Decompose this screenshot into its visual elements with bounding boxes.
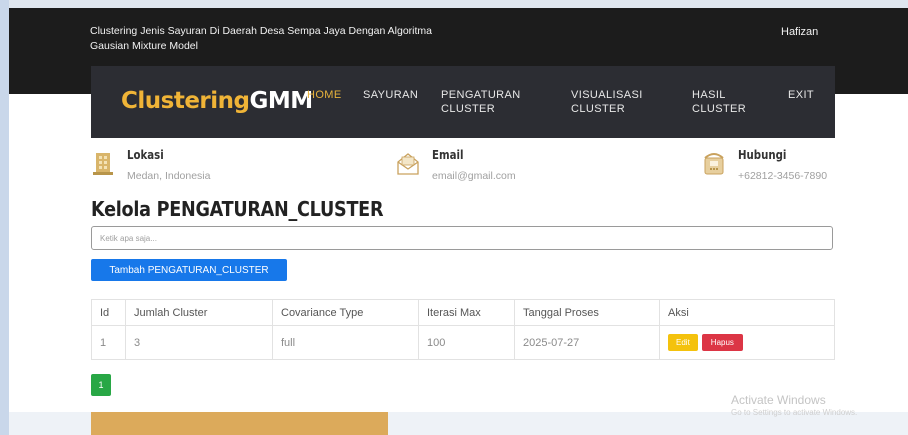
- activate-windows-hint: Go to Settings to activate Windows.: [731, 408, 858, 417]
- nav-pengaturan-line2: CLUSTER: [441, 103, 496, 115]
- info-hubungi-value: +62812-3456-7890: [738, 170, 828, 182]
- cell-covariance-type: full: [272, 325, 419, 360]
- edit-button[interactable]: Edit: [668, 334, 698, 351]
- navbar: ClusteringGMM HOME SAYURAN PENGATURAN CL…: [91, 66, 835, 138]
- cell-iterasi-max: 100: [418, 325, 515, 360]
- pengaturan-cluster-table: Id Jumlah Cluster Covariance Type Iteras…: [91, 299, 835, 360]
- nav-hasil-cluster[interactable]: HASIL CLUSTER: [692, 88, 746, 116]
- browser-frame-left: [0, 0, 9, 435]
- column-header-aksi: Aksi: [659, 299, 835, 326]
- info-lokasi-value: Medan, Indonesia: [127, 170, 211, 182]
- column-header-tanggal-proses: Tanggal Proses: [514, 299, 660, 326]
- nav-exit[interactable]: EXIT: [788, 88, 814, 102]
- info-hubungi-title: Hubungi: [738, 148, 787, 162]
- page-title: Kelola PENGATURAN_CLUSTER: [91, 197, 384, 221]
- browser-frame-top: [0, 0, 908, 8]
- site-title: Clustering Jenis Sayuran Di Daerah Desa …: [90, 25, 433, 52]
- nav-visualisasi-line1: VISUALISASI: [571, 89, 643, 101]
- nav-visualisasi-cluster[interactable]: VISUALISASI CLUSTER: [571, 88, 643, 116]
- nav-pengaturan-line1: PENGATURAN: [441, 89, 521, 101]
- phone-icon: [704, 153, 724, 175]
- activate-windows-watermark: Activate Windows: [731, 393, 826, 407]
- info-email-title: Email: [432, 148, 464, 162]
- nav-hasil-line1: HASIL: [692, 89, 726, 101]
- search-input[interactable]: [91, 226, 833, 250]
- cell-jumlah-cluster: 3: [125, 325, 273, 360]
- table-row: 1 3 full 100 2025-07-27 Edit Hapus: [91, 325, 835, 360]
- add-pengaturan-cluster-button[interactable]: Tambah PENGATURAN_CLUSTER: [91, 259, 287, 281]
- cell-aksi: Edit Hapus: [659, 325, 835, 360]
- nav-home[interactable]: HOME: [307, 88, 342, 102]
- nav-pengaturan-cluster[interactable]: PENGATURAN CLUSTER: [441, 88, 521, 116]
- cell-tanggal-proses: 2025-07-27: [514, 325, 660, 360]
- table-header-row: Id Jumlah Cluster Covariance Type Iteras…: [91, 299, 835, 326]
- column-header-jumlah-cluster: Jumlah Cluster: [125, 299, 273, 326]
- contact-info-bar: Lokasi Medan, Indonesia Email email@gmai…: [91, 140, 835, 195]
- building-icon: [93, 153, 113, 175]
- nav-exit-label: EXIT: [788, 89, 815, 101]
- brand-logo[interactable]: ClusteringGMM: [121, 88, 313, 114]
- envelope-icon: [397, 153, 419, 175]
- column-header-iterasi-max: Iterasi Max: [418, 299, 515, 326]
- column-header-covariance-type: Covariance Type: [272, 299, 419, 326]
- nav-sayuran[interactable]: SAYURAN: [363, 88, 418, 102]
- brand-part-2: GMM: [249, 88, 314, 114]
- column-header-id: Id: [91, 299, 126, 326]
- nav-hasil-line2: CLUSTER: [692, 103, 747, 115]
- cell-id: 1: [91, 325, 126, 360]
- pagination-page-button[interactable]: 1: [91, 374, 111, 396]
- delete-button[interactable]: Hapus: [701, 334, 743, 351]
- nav-visualisasi-line2: CLUSTER: [571, 103, 626, 115]
- brand-part-1: Clustering: [121, 88, 250, 114]
- user-name[interactable]: Hafizan: [781, 26, 818, 38]
- nav-home-label: HOME: [307, 89, 342, 101]
- footer-card-partial: [91, 412, 388, 435]
- nav-sayuran-label: SAYURAN: [363, 89, 419, 101]
- info-email-value: email@gmail.com: [432, 170, 516, 182]
- info-lokasi-title: Lokasi: [127, 148, 164, 162]
